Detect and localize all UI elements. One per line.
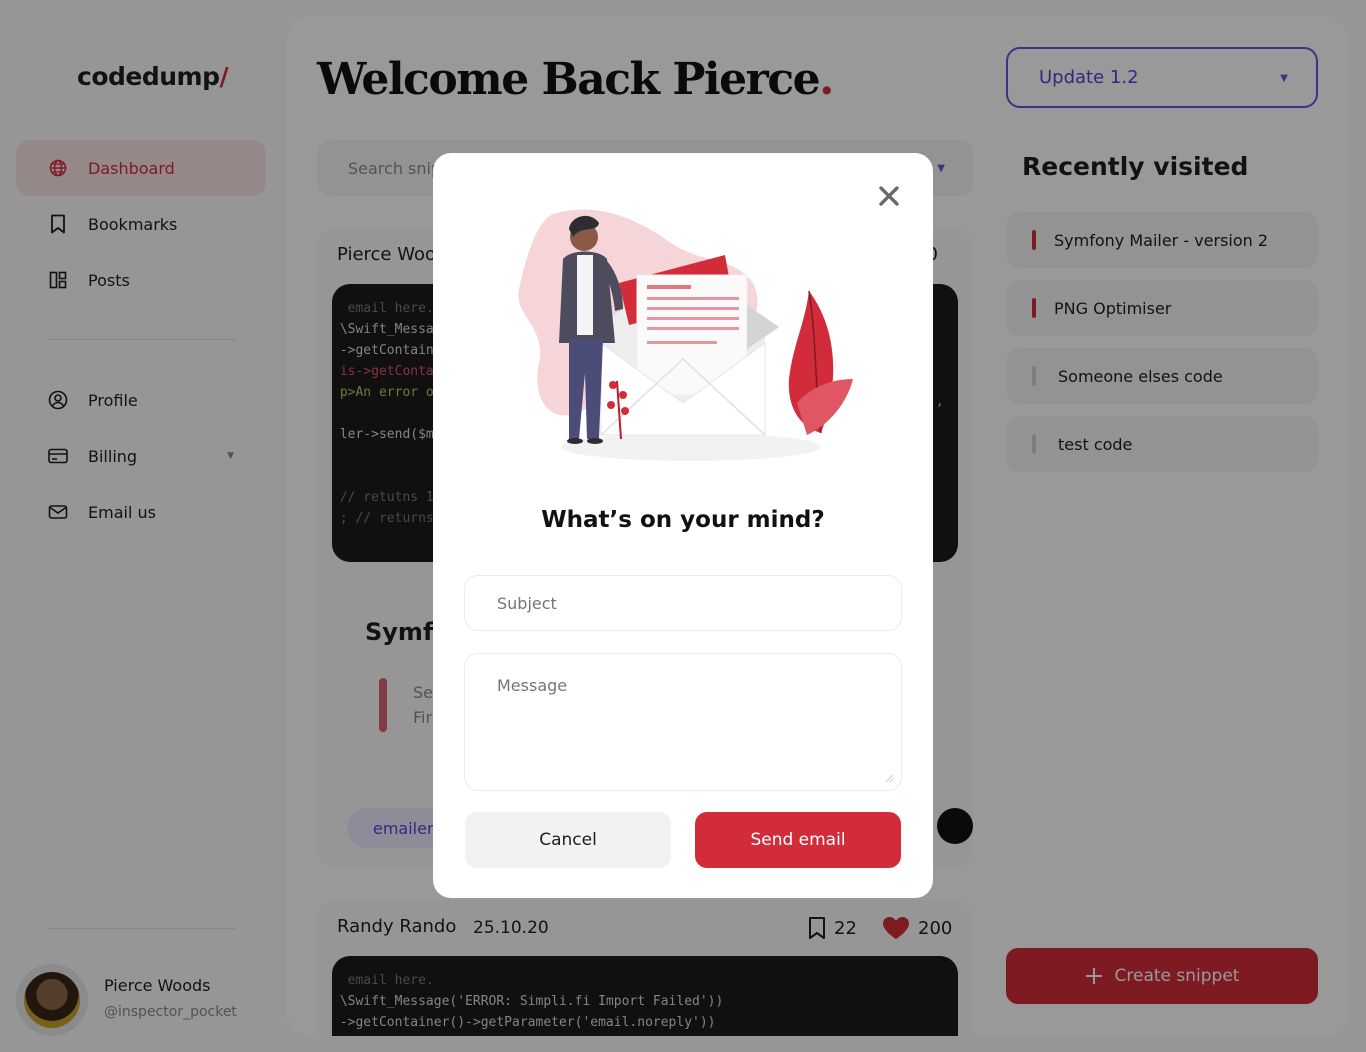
close-icon[interactable] bbox=[876, 183, 902, 209]
mail-illustration bbox=[518, 209, 853, 461]
cancel-button[interactable]: Cancel bbox=[465, 812, 671, 868]
send-email-button[interactable]: Send email bbox=[695, 812, 901, 868]
subject-field[interactable] bbox=[464, 575, 902, 631]
message-field[interactable] bbox=[464, 653, 902, 791]
modal-title: What’s on your mind? bbox=[541, 507, 825, 533]
email-modal: What’s on your mind? Cancel Send email bbox=[433, 153, 933, 898]
resize-handle-icon[interactable] bbox=[884, 773, 894, 783]
